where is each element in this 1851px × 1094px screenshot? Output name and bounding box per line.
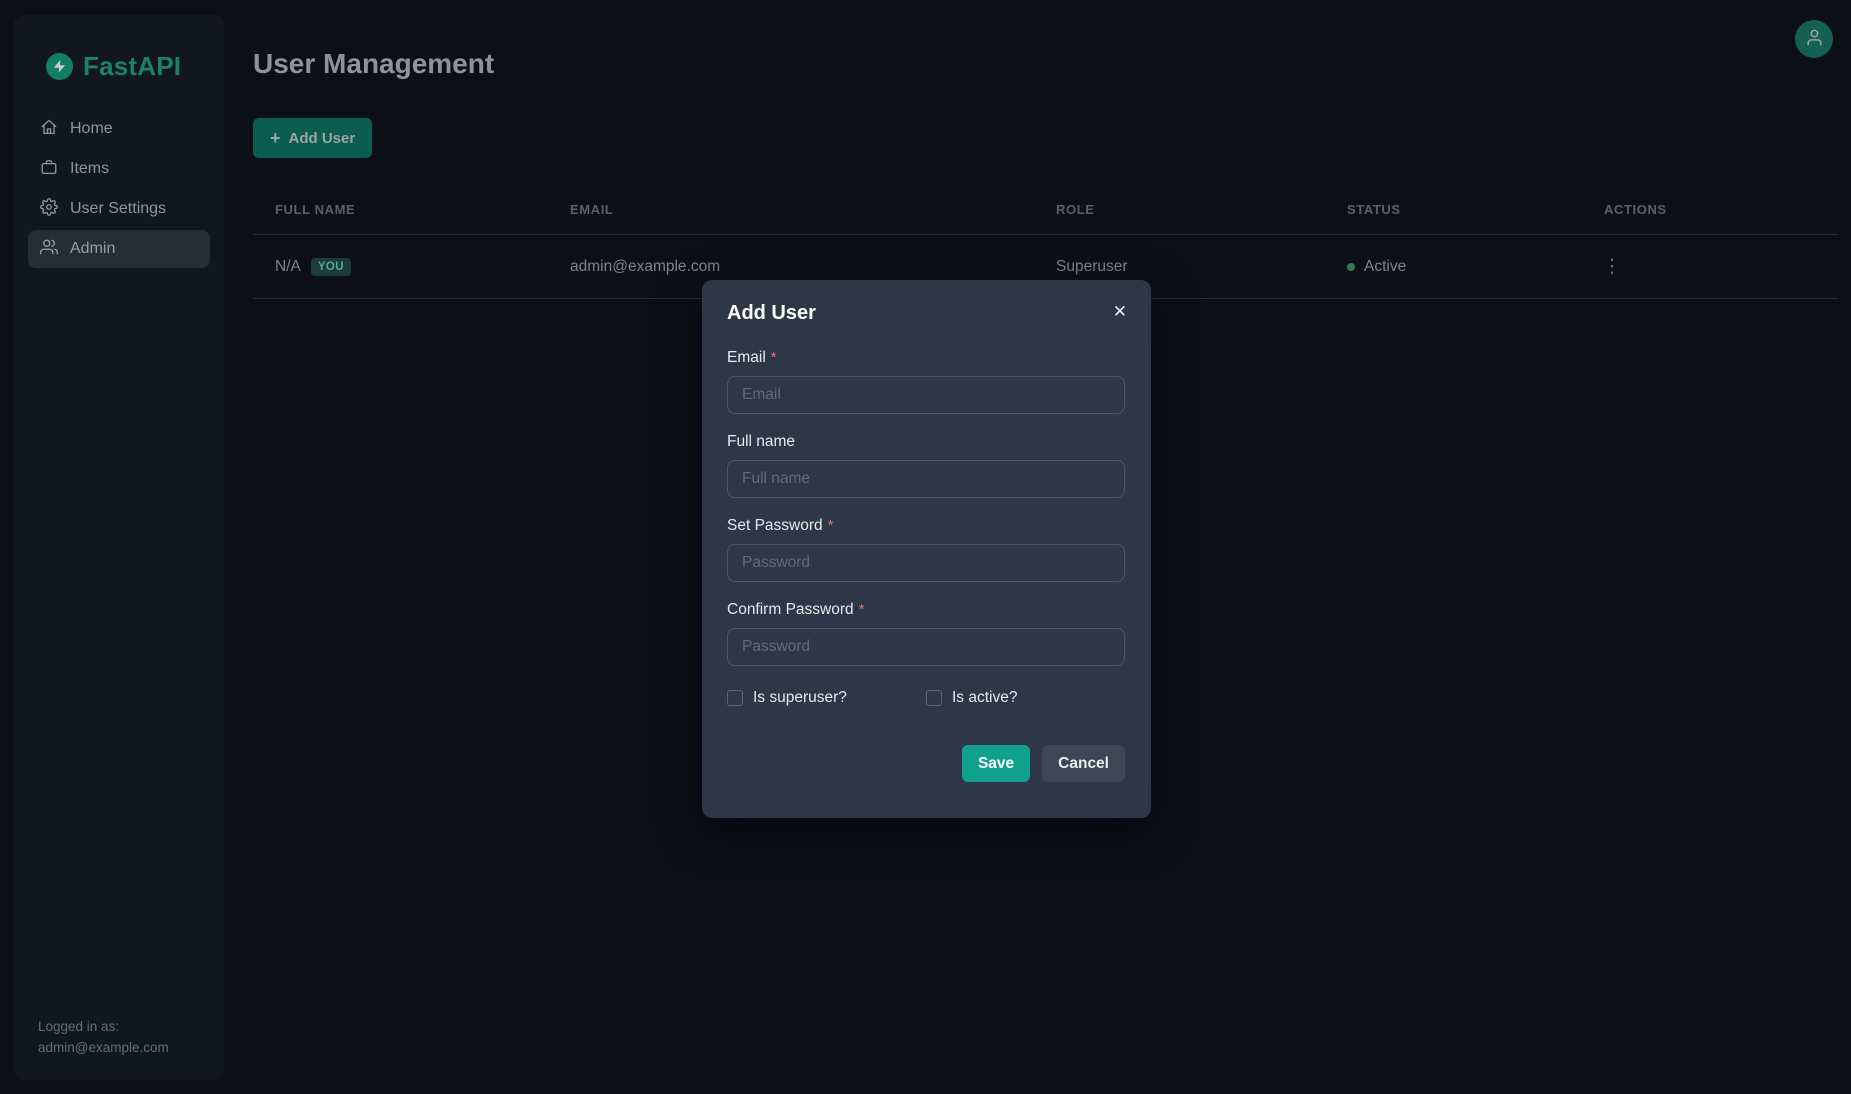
- sidebar-item-label: Home: [70, 120, 113, 138]
- sidebar-item-admin[interactable]: Admin: [28, 230, 210, 268]
- required-asterisk: *: [828, 517, 834, 534]
- home-icon: [40, 118, 58, 141]
- sidebar-nav: Home Items User Settings Admin: [28, 110, 210, 268]
- column-header-actions: ACTIONS: [1582, 202, 1838, 217]
- logged-in-as-label: Logged in as:: [38, 1016, 169, 1037]
- set-password-field[interactable]: [727, 544, 1125, 582]
- sidebar-item-label: Items: [70, 160, 109, 178]
- sidebar: FastAPI Home Items User Settings Admin: [14, 15, 224, 1080]
- checkbox-icon: [926, 690, 942, 706]
- briefcase-icon: [40, 158, 58, 181]
- modal-header: Add User ✕: [702, 280, 1151, 325]
- confirm-password-label: Confirm Password *: [727, 601, 1125, 619]
- logged-in-as-email: admin@example.com: [38, 1037, 169, 1058]
- full-name-value: N/A: [275, 258, 301, 276]
- status-dot-icon: [1347, 263, 1355, 271]
- is-superuser-label: Is superuser?: [753, 689, 847, 707]
- set-password-field-group: Set Password *: [727, 517, 1125, 582]
- row-actions-kebab-button[interactable]: ⋮: [1596, 251, 1628, 283]
- sidebar-item-label: Admin: [70, 240, 115, 258]
- gear-icon: [40, 198, 58, 221]
- cell-full-name: N/A YOU: [253, 258, 548, 276]
- required-asterisk: *: [859, 601, 865, 618]
- cell-actions: ⋮: [1582, 251, 1838, 283]
- sidebar-item-home[interactable]: Home: [28, 110, 210, 148]
- column-header-role: ROLE: [1034, 202, 1325, 217]
- cell-status: Active: [1325, 258, 1582, 276]
- full-name-label-text: Full name: [727, 433, 795, 451]
- cell-email: admin@example.com: [548, 258, 1034, 276]
- add-user-button[interactable]: + Add User: [253, 118, 372, 158]
- is-active-label: Is active?: [952, 689, 1017, 707]
- fastapi-bolt-icon: [46, 53, 73, 80]
- required-asterisk: *: [771, 349, 777, 366]
- add-user-modal: Add User ✕ Email * Full name Set Passwor…: [702, 280, 1151, 818]
- confirm-password-label-text: Confirm Password: [727, 601, 854, 619]
- cancel-button[interactable]: Cancel: [1042, 745, 1125, 782]
- modal-title: Add User: [727, 302, 816, 325]
- you-badge: YOU: [311, 258, 351, 276]
- confirm-password-field[interactable]: [727, 628, 1125, 666]
- add-user-button-label: Add User: [289, 130, 356, 147]
- is-active-checkbox[interactable]: Is active?: [926, 689, 1017, 707]
- sidebar-item-items[interactable]: Items: [28, 150, 210, 188]
- confirm-password-field-group: Confirm Password *: [727, 601, 1125, 666]
- sidebar-item-user-settings[interactable]: User Settings: [28, 190, 210, 228]
- brand-name: FastAPI: [83, 51, 181, 82]
- save-button[interactable]: Save: [962, 745, 1030, 782]
- checkbox-icon: [727, 690, 743, 706]
- email-field-group: Email *: [727, 349, 1125, 414]
- email-label: Email *: [727, 349, 1125, 367]
- logged-in-as: Logged in as: admin@example.com: [38, 1016, 169, 1058]
- column-header-status: STATUS: [1325, 202, 1582, 217]
- modal-footer: Save Cancel: [702, 745, 1151, 782]
- user-icon: [1805, 28, 1824, 50]
- set-password-label: Set Password *: [727, 517, 1125, 535]
- modal-body: Email * Full name Set Password * Confirm…: [702, 325, 1151, 707]
- cell-role: Superuser: [1034, 258, 1325, 276]
- users-icon: [40, 238, 58, 261]
- full-name-field-group: Full name: [727, 433, 1125, 498]
- column-header-email: EMAIL: [548, 202, 1034, 217]
- email-label-text: Email: [727, 349, 766, 367]
- column-header-full-name: FULL NAME: [253, 202, 548, 217]
- is-superuser-checkbox[interactable]: Is superuser?: [727, 689, 926, 707]
- user-menu-avatar-button[interactable]: [1795, 20, 1833, 58]
- full-name-label: Full name: [727, 433, 1125, 451]
- status-value: Active: [1364, 258, 1406, 276]
- email-field[interactable]: [727, 376, 1125, 414]
- close-icon[interactable]: ✕: [1111, 302, 1129, 323]
- sidebar-item-label: User Settings: [70, 200, 166, 218]
- full-name-field[interactable]: [727, 460, 1125, 498]
- page-title: User Management: [253, 48, 494, 80]
- set-password-label-text: Set Password: [727, 517, 823, 535]
- checkbox-row: Is superuser? Is active?: [727, 689, 1125, 707]
- plus-icon: +: [270, 129, 281, 147]
- brand-logo: FastAPI: [46, 51, 224, 82]
- table-header-row: FULL NAME EMAIL ROLE STATUS ACTIONS: [253, 185, 1838, 235]
